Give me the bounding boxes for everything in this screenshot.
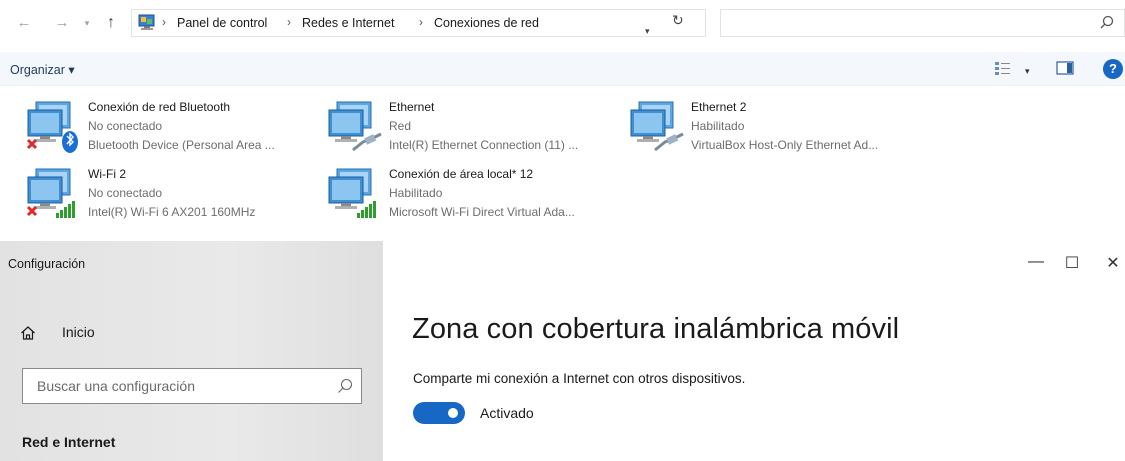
- recent-locations-chevron-icon[interactable]: ▾: [79, 13, 95, 33]
- breadcrumb-separator-icon: ›: [287, 15, 291, 29]
- control-panel-icon: [138, 14, 155, 30]
- settings-search-input[interactable]: Buscar una configuración: [22, 368, 362, 404]
- help-icon[interactable]: ?: [1103, 59, 1123, 79]
- toggle-state-label: Activado: [480, 405, 534, 421]
- connection-device: Microsoft Wi-Fi Direct Virtual Ada...: [389, 205, 575, 219]
- section-label: Red e Internet: [22, 434, 116, 450]
- hotspot-toggle[interactable]: [413, 402, 465, 424]
- breadcrumb-control-panel[interactable]: Panel de control: [177, 16, 267, 30]
- close-icon[interactable]: ✕: [1101, 253, 1125, 273]
- ethernet-network-icon: [328, 101, 382, 152]
- bluetooth-network-icon: [26, 101, 78, 153]
- connection-device: Intel(R) Ethernet Connection (11) ...: [389, 138, 579, 152]
- connection-device: Bluetooth Device (Personal Area ...: [88, 138, 275, 152]
- settings-sidebar: Configuración Inicio Buscar una configur…: [0, 241, 383, 461]
- connection-name: Wi-Fi 2: [88, 167, 126, 181]
- search-icon: [338, 378, 353, 393]
- connection-status: Red: [389, 119, 412, 133]
- organize-menu-button[interactable]: Organizar ▾: [10, 62, 75, 77]
- connection-name: Conexión de área local* 12: [389, 167, 534, 181]
- toggle-knob: [448, 408, 458, 418]
- breadcrumb-separator-icon: ›: [419, 15, 423, 29]
- home-icon: [21, 326, 35, 340]
- change-view-icon[interactable]: [994, 60, 1012, 76]
- search-placeholder: Buscar una configuración: [37, 378, 195, 394]
- connection-device: Intel(R) Wi-Fi 6 AX201 160MHz: [88, 205, 256, 219]
- connection-text: Ethernet Red Intel(R) Ethernet Connectio…: [389, 98, 578, 155]
- maximize-icon[interactable]: ☐: [1060, 253, 1084, 273]
- back-arrow-icon[interactable]: ←: [16, 13, 32, 33]
- explorer-toolbar: Organizar ▾ ▾ ?: [0, 52, 1125, 86]
- search-icon: [1100, 15, 1114, 29]
- connection-status: Habilitado: [389, 186, 443, 200]
- settings-window: Configuración Inicio Buscar una configur…: [0, 241, 1125, 461]
- connection-text: Wi-Fi 2 No conectado Intel(R) Wi-Fi 6 AX…: [88, 165, 255, 222]
- refresh-icon[interactable]: ↻: [672, 12, 684, 29]
- wifi-network-icon: [26, 168, 75, 218]
- breadcrumb-network-internet[interactable]: Redes e Internet: [302, 16, 394, 30]
- minimize-icon[interactable]: —: [1024, 253, 1048, 271]
- ethernet-network-icon: [630, 101, 684, 152]
- forward-arrow-icon[interactable]: →: [54, 13, 70, 33]
- breadcrumb-network-connections[interactable]: Conexiones de red: [434, 16, 539, 30]
- window-title: Configuración: [8, 257, 86, 271]
- connection-text: Conexión de área local* 12 Habilitado Mi…: [389, 165, 575, 222]
- breadcrumb-separator-icon: ›: [162, 15, 166, 29]
- hotspot-description: Comparte mi conexión a Internet con otro…: [413, 371, 746, 386]
- up-arrow-icon[interactable]: ↑: [103, 13, 119, 33]
- connection-status: Habilitado: [691, 119, 745, 133]
- connection-name: Conexión de red Bluetooth: [88, 100, 231, 114]
- connection-device: VirtualBox Host-Only Ethernet Ad...: [691, 138, 879, 152]
- view-options-dropdown-icon[interactable]: ▾: [1025, 66, 1030, 77]
- connection-status: No conectado: [88, 119, 163, 133]
- explorer-address-row: ← → ▾ ↑ › Panel de control › Redes e Int…: [0, 0, 1125, 50]
- address-history-dropdown-icon[interactable]: ▾: [645, 26, 650, 37]
- home-label: Inicio: [62, 324, 95, 340]
- address-bar[interactable]: › Panel de control › Redes e Internet › …: [131, 9, 706, 37]
- connection-name: Ethernet 2: [691, 100, 747, 114]
- page-title: Zona con cobertura inalámbrica móvil: [412, 313, 900, 345]
- connection-text: Ethernet 2 Habilitado VirtualBox Host-On…: [691, 98, 878, 155]
- explorer-search-input[interactable]: [720, 9, 1125, 37]
- preview-pane-icon[interactable]: [1056, 60, 1074, 76]
- connection-text: Conexión de red Bluetooth No conectado B…: [88, 98, 275, 155]
- wifi-network-icon: [328, 168, 376, 218]
- connection-name: Ethernet: [389, 100, 435, 114]
- connection-status: No conectado: [88, 186, 163, 200]
